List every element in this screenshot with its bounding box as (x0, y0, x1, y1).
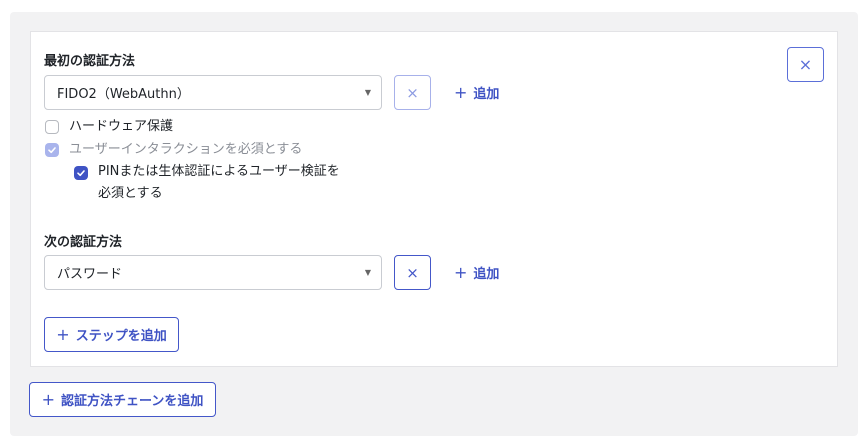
close-icon: × (406, 83, 419, 102)
close-icon: × (406, 263, 419, 282)
add-chain-label: 認証方法チェーンを追加 (61, 394, 204, 409)
hardware-protection-label: ハードウェア保護 (69, 119, 174, 134)
remove-first-method-button[interactable]: × (394, 75, 431, 110)
plus-icon: + (56, 325, 70, 344)
next-method-label: 次の認証方法 (44, 235, 123, 250)
plus-icon: + (41, 390, 56, 409)
first-method-select[interactable]: FIDO2（WebAuthn） ▼ (44, 75, 382, 110)
plus-icon: + (454, 263, 468, 282)
add-next-method-link[interactable]: + 追加 (454, 263, 499, 282)
add-first-method-link[interactable]: + 追加 (454, 83, 499, 102)
first-method-select-value: FIDO2（WebAuthn） (57, 87, 190, 102)
user-verification-label-line2: 必須とする (98, 186, 163, 201)
user-verification-label: PINまたは生体認証によるユーザー検証を 必須とする (98, 161, 340, 205)
first-method-label: 最初の認証方法 (44, 54, 136, 69)
next-method-select-value: パスワード (57, 267, 123, 282)
plus-icon: + (454, 83, 468, 102)
chevron-down-icon: ▼ (364, 268, 371, 277)
close-icon: × (798, 55, 813, 74)
add-step-label: ステップを追加 (75, 329, 167, 344)
user-interaction-label: ユーザーインタラクションを必須とする (69, 142, 303, 157)
remove-chain-button[interactable]: × (787, 47, 824, 82)
user-verification-checkbox[interactable] (74, 166, 88, 180)
remove-next-method-button[interactable]: × (394, 255, 431, 290)
hardware-protection-checkbox[interactable] (45, 120, 59, 134)
check-icon (48, 147, 56, 154)
add-next-method-label: 追加 (473, 267, 500, 282)
user-verification-label-line1: PINまたは生体認証によるユーザー検証を (98, 164, 340, 179)
chevron-down-icon: ▼ (364, 88, 371, 97)
add-step-button[interactable]: + ステップを追加 (44, 317, 179, 352)
next-method-select[interactable]: パスワード ▼ (44, 255, 382, 290)
add-first-method-label: 追加 (473, 87, 500, 102)
user-interaction-checkbox (45, 143, 59, 157)
add-chain-button[interactable]: + 認証方法チェーンを追加 (29, 382, 216, 417)
check-icon (77, 170, 85, 177)
